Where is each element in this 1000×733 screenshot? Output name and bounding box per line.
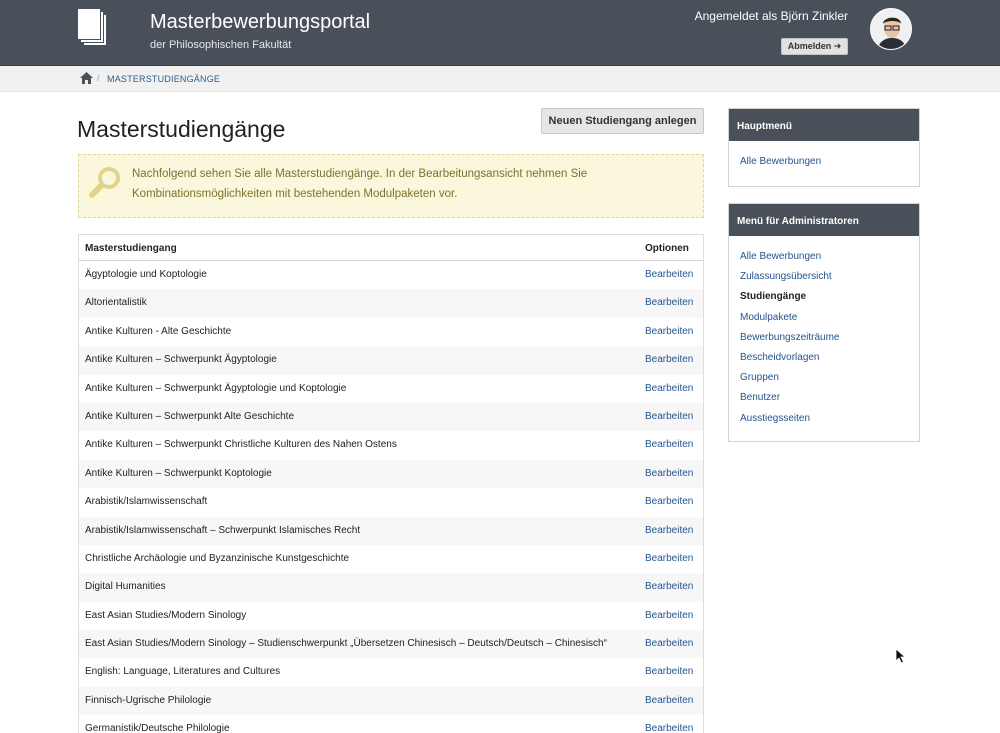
- avatar: [870, 8, 912, 50]
- program-name: Antike Kulturen – Schwerpunkt Christlich…: [85, 439, 397, 451]
- table-row: Antike Kulturen – Schwerpunkt Christlich…: [79, 431, 703, 459]
- edit-link[interactable]: Bearbeiten: [645, 553, 693, 564]
- table-row: East Asian Studies/Modern Sinology Bearbe…: [79, 602, 703, 630]
- main-menu-panel: Hauptmenü Alle Bewerbungen: [728, 108, 920, 187]
- edit-link[interactable]: Bearbeiten: [645, 326, 693, 337]
- main-menu-list: Alle Bewerbungen: [729, 141, 919, 172]
- admin-menu-item[interactable]: Ausstiegsseiten: [729, 409, 919, 429]
- table-row: Arabistik/Islamwissenschaft – Schwerpunk…: [79, 516, 703, 545]
- table-row: Christliche Archäologie und Byzanzinisch…: [79, 545, 703, 573]
- mouse-cursor-icon: [895, 648, 907, 664]
- edit-link[interactable]: Bearbeiten: [645, 695, 693, 706]
- column-header-program: Masterstudiengang: [85, 243, 177, 254]
- edit-link[interactable]: Bearbeiten: [645, 354, 693, 365]
- program-name: Antike Kulturen – Schwerpunkt Ägyptologi…: [85, 354, 277, 366]
- edit-link[interactable]: Bearbeiten: [645, 269, 693, 280]
- admin-menu-panel: Menü für Administratoren Alle Bewerbunge…: [728, 203, 920, 442]
- admin-menu-item[interactable]: Zulassungsübersicht: [729, 267, 919, 287]
- main-menu-title: Hauptmenü: [729, 109, 919, 141]
- program-name: Antike Kulturen - Alte Geschichte: [85, 325, 232, 337]
- admin-menu-item[interactable]: Alle Bewerbungen: [729, 247, 919, 267]
- program-name: East Asian Studies/Modern Sinology – Stu…: [85, 638, 607, 650]
- program-name: Antike Kulturen – Schwerpunkt Koptologie: [85, 467, 272, 479]
- table-row: Germanistik/Deutsche Philologie Bearbeite…: [79, 715, 703, 733]
- table-header: Masterstudiengang Optionen: [79, 235, 703, 261]
- program-name: Digital Humanities: [85, 581, 166, 593]
- site-subtitle: der Philosophischen Fakultät: [150, 39, 292, 51]
- table-row: Altorientalistik Bearbeiten: [79, 289, 703, 318]
- program-name: East Asian Studies/Modern Sinology: [85, 609, 247, 621]
- program-name: Finnisch-Ugrische Philologie: [85, 694, 212, 706]
- table-row: English: Language, Literatures and Cultu…: [79, 658, 703, 686]
- info-box: Nachfolgend sehen Sie alle Masterstudien…: [78, 154, 704, 218]
- edit-link[interactable]: Bearbeiten: [645, 638, 693, 649]
- admin-menu-item[interactable]: Benutzer: [729, 388, 919, 408]
- edit-link[interactable]: Bearbeiten: [645, 496, 693, 507]
- admin-menu-item[interactable]: Bewerbungszeiträume: [729, 328, 919, 348]
- table-row: Digital Humanities Bearbeiten: [79, 573, 703, 602]
- table-row: Arabistik/Islamwissenschaft Bearbeiten: [79, 488, 703, 516]
- program-name: Altorientalistik: [85, 297, 147, 309]
- breadcrumb: / MASTERSTUDIENGÄNGE: [0, 66, 1000, 92]
- admin-menu-item[interactable]: Modulpakete: [729, 308, 919, 328]
- table-row: Finnisch-Ugrische Philologie Bearbeiten: [79, 686, 703, 716]
- edit-link[interactable]: Bearbeiten: [645, 525, 693, 536]
- program-name: Germanistik/Deutsche Philologie: [85, 723, 230, 733]
- page-title: Masterstudiengänge: [77, 116, 286, 142]
- admin-menu-list: Alle Bewerbungen Zulassungsübersicht Studi…: [729, 236, 919, 429]
- admin-menu-item[interactable]: Bescheidvorlagen: [729, 348, 919, 368]
- main-menu-item[interactable]: Alle Bewerbungen: [729, 152, 919, 172]
- table-row: East Asian Studies/Modern Sinology – Stu…: [79, 630, 703, 659]
- top-header: Masterbewerbungsportal der Philosophisch…: [0, 0, 1000, 66]
- program-name: English: Language, Literatures and Cultu…: [85, 666, 281, 678]
- logged-in-user: Angemeldet als Björn Zinkler: [694, 9, 848, 23]
- edit-link[interactable]: Bearbeiten: [645, 383, 693, 394]
- site-title[interactable]: Masterbewerbungsportal: [150, 11, 370, 34]
- table-row: Antike Kulturen – Schwerpunkt Ägyptologi…: [79, 346, 703, 375]
- admin-menu-item[interactable]: Studiengänge: [729, 287, 919, 307]
- home-icon[interactable]: [80, 72, 93, 84]
- program-name: Arabistik/Islamwissenschaft – Schwerpunk…: [85, 524, 361, 536]
- table-row: Antike Kulturen - Alte Geschichte Bearbei…: [79, 318, 703, 346]
- edit-link[interactable]: Bearbeiten: [645, 666, 693, 677]
- edit-link[interactable]: Bearbeiten: [645, 610, 693, 621]
- table-body: Ägyptologie und Koptologie Bearbeiten Alto…: [79, 261, 703, 733]
- table-row: Antike Kulturen – Schwerpunkt Koptologie…: [79, 459, 703, 489]
- programs-table: Masterstudiengang Optionen Ägyptologie u…: [78, 234, 704, 733]
- table-row: Antike Kulturen – Schwerpunkt Ägyptologi…: [79, 375, 703, 403]
- breadcrumb-current[interactable]: MASTERSTUDIENGÄNGE: [107, 74, 220, 84]
- logout-button[interactable]: Abmelden ➜: [781, 38, 848, 55]
- admin-menu-item[interactable]: Gruppen: [729, 368, 919, 388]
- search-magnifier-icon: [89, 167, 120, 198]
- edit-link[interactable]: Bearbeiten: [645, 581, 693, 592]
- column-header-options: Optionen: [645, 243, 689, 254]
- documents-logo-icon[interactable]: [77, 8, 109, 48]
- new-program-button[interactable]: Neuen Studiengang anlegen: [541, 108, 704, 134]
- edit-link[interactable]: Bearbeiten: [645, 723, 693, 733]
- edit-link[interactable]: Bearbeiten: [645, 297, 693, 308]
- table-row: Antike Kulturen – Schwerpunkt Alte Gesch…: [79, 402, 703, 432]
- info-text: Nachfolgend sehen Sie alle Masterstudien…: [132, 168, 588, 200]
- program-name: Antike Kulturen – Schwerpunkt Ägyptologi…: [85, 382, 347, 394]
- breadcrumb-separator: /: [97, 73, 100, 83]
- table-row: Ägyptologie und Koptologie Bearbeiten: [79, 261, 703, 289]
- program-name: Christliche Archäologie und Byzanzinisch…: [85, 552, 350, 564]
- program-name: Arabistik/Islamwissenschaft: [85, 496, 208, 508]
- edit-link[interactable]: Bearbeiten: [645, 411, 693, 422]
- program-name: Ägyptologie und Koptologie: [85, 269, 207, 280]
- program-name: Antike Kulturen – Schwerpunkt Alte Gesch…: [85, 410, 295, 422]
- edit-link[interactable]: Bearbeiten: [645, 439, 693, 450]
- edit-link[interactable]: Bearbeiten: [645, 468, 693, 479]
- admin-menu-title: Menü für Administratoren: [729, 204, 919, 236]
